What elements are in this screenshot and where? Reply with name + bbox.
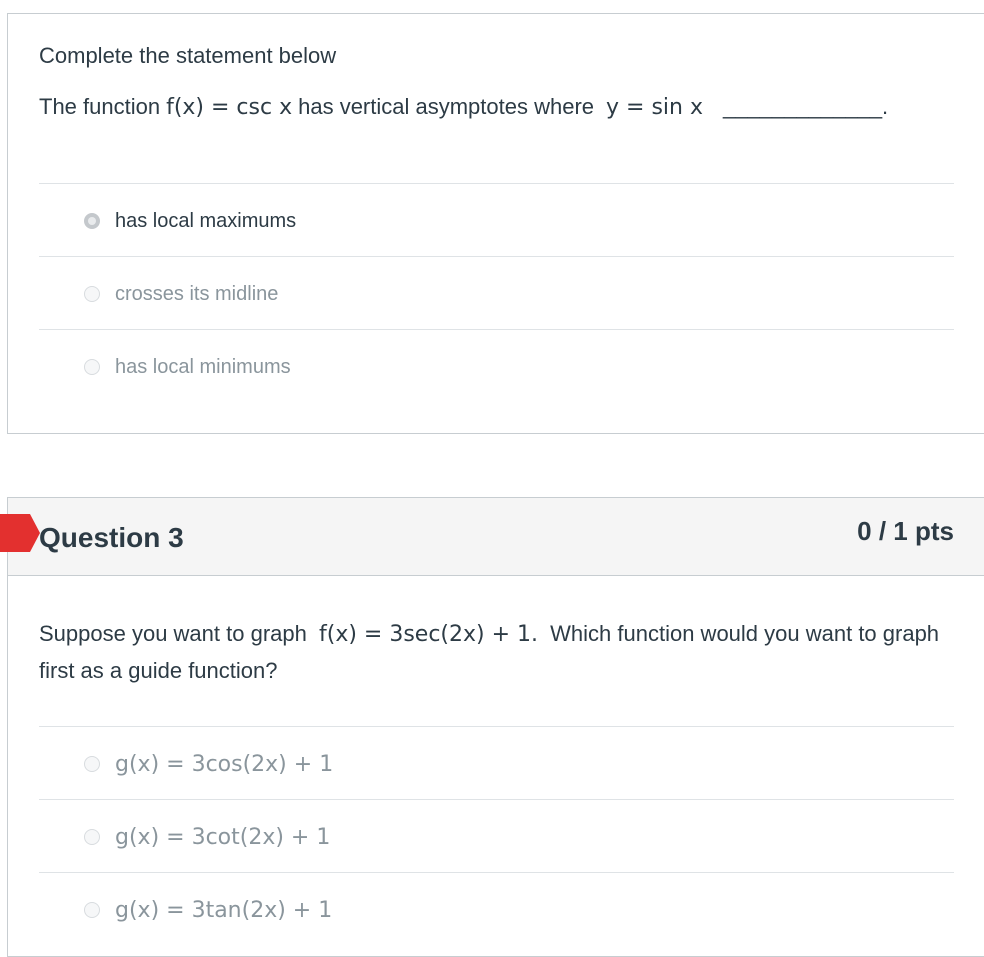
function-formula: f(x) = 3sec(2x) + 1. xyxy=(318,622,539,647)
answer-option[interactable]: g(x) = 3cos(2x) + 1 xyxy=(39,728,954,800)
question-3-card: Question 3 0 / 1 pts Suppose you want to… xyxy=(0,497,984,957)
divider xyxy=(39,872,954,873)
answer-blank: _____________. xyxy=(723,94,889,119)
answer-label: has local maximums xyxy=(115,209,297,232)
function-formula: f(x) = csc x xyxy=(166,95,293,120)
radio-icon[interactable] xyxy=(84,902,100,918)
question-2-card: Complete the statement below The functio… xyxy=(7,13,984,434)
radio-icon[interactable] xyxy=(84,359,100,375)
question-prompt: Complete the statement below xyxy=(39,43,337,68)
question-header: Question 3 0 / 1 pts xyxy=(0,498,984,576)
answer-option[interactable]: has local maximums xyxy=(39,185,954,257)
radio-selected-icon[interactable] xyxy=(84,213,100,229)
answer-formula: g(x) = 3cot(2x) + 1 xyxy=(115,824,331,850)
radio-icon[interactable] xyxy=(84,829,100,845)
incorrect-flag-icon xyxy=(0,514,40,552)
divider xyxy=(39,256,954,257)
answer-formula: g(x) = 3cos(2x) + 1 xyxy=(115,751,334,777)
question-text-prefix: Suppose you want to graph xyxy=(39,621,307,646)
divider xyxy=(39,799,954,800)
answer-label: has local minimums xyxy=(115,355,291,378)
divider xyxy=(39,183,954,184)
answer-formula: g(x) = 3tan(2x) + 1 xyxy=(115,897,333,923)
sine-formula: y = sin x xyxy=(606,95,703,120)
question-text: Suppose you want to graph f(x) = 3sec(2x… xyxy=(39,616,944,689)
answer-option[interactable]: g(x) = 3tan(2x) + 1 xyxy=(39,874,954,946)
question-statement: The function f(x) = csc x has vertical a… xyxy=(39,94,888,120)
answer-option[interactable]: g(x) = 3cot(2x) + 1 xyxy=(39,801,954,873)
answer-label: crosses its midline xyxy=(115,282,279,305)
statement-middle: has vertical asymptotes where xyxy=(298,94,595,119)
answer-option[interactable]: has local minimums xyxy=(39,331,954,403)
radio-icon[interactable] xyxy=(84,756,100,772)
radio-icon[interactable] xyxy=(84,286,100,302)
question-points: 0 / 1 pts xyxy=(857,516,954,546)
divider xyxy=(39,726,954,727)
answer-option[interactable]: crosses its midline xyxy=(39,258,954,330)
question-title: Question 3 xyxy=(39,522,184,553)
statement-prefix: The function xyxy=(39,94,161,119)
divider xyxy=(39,329,954,330)
